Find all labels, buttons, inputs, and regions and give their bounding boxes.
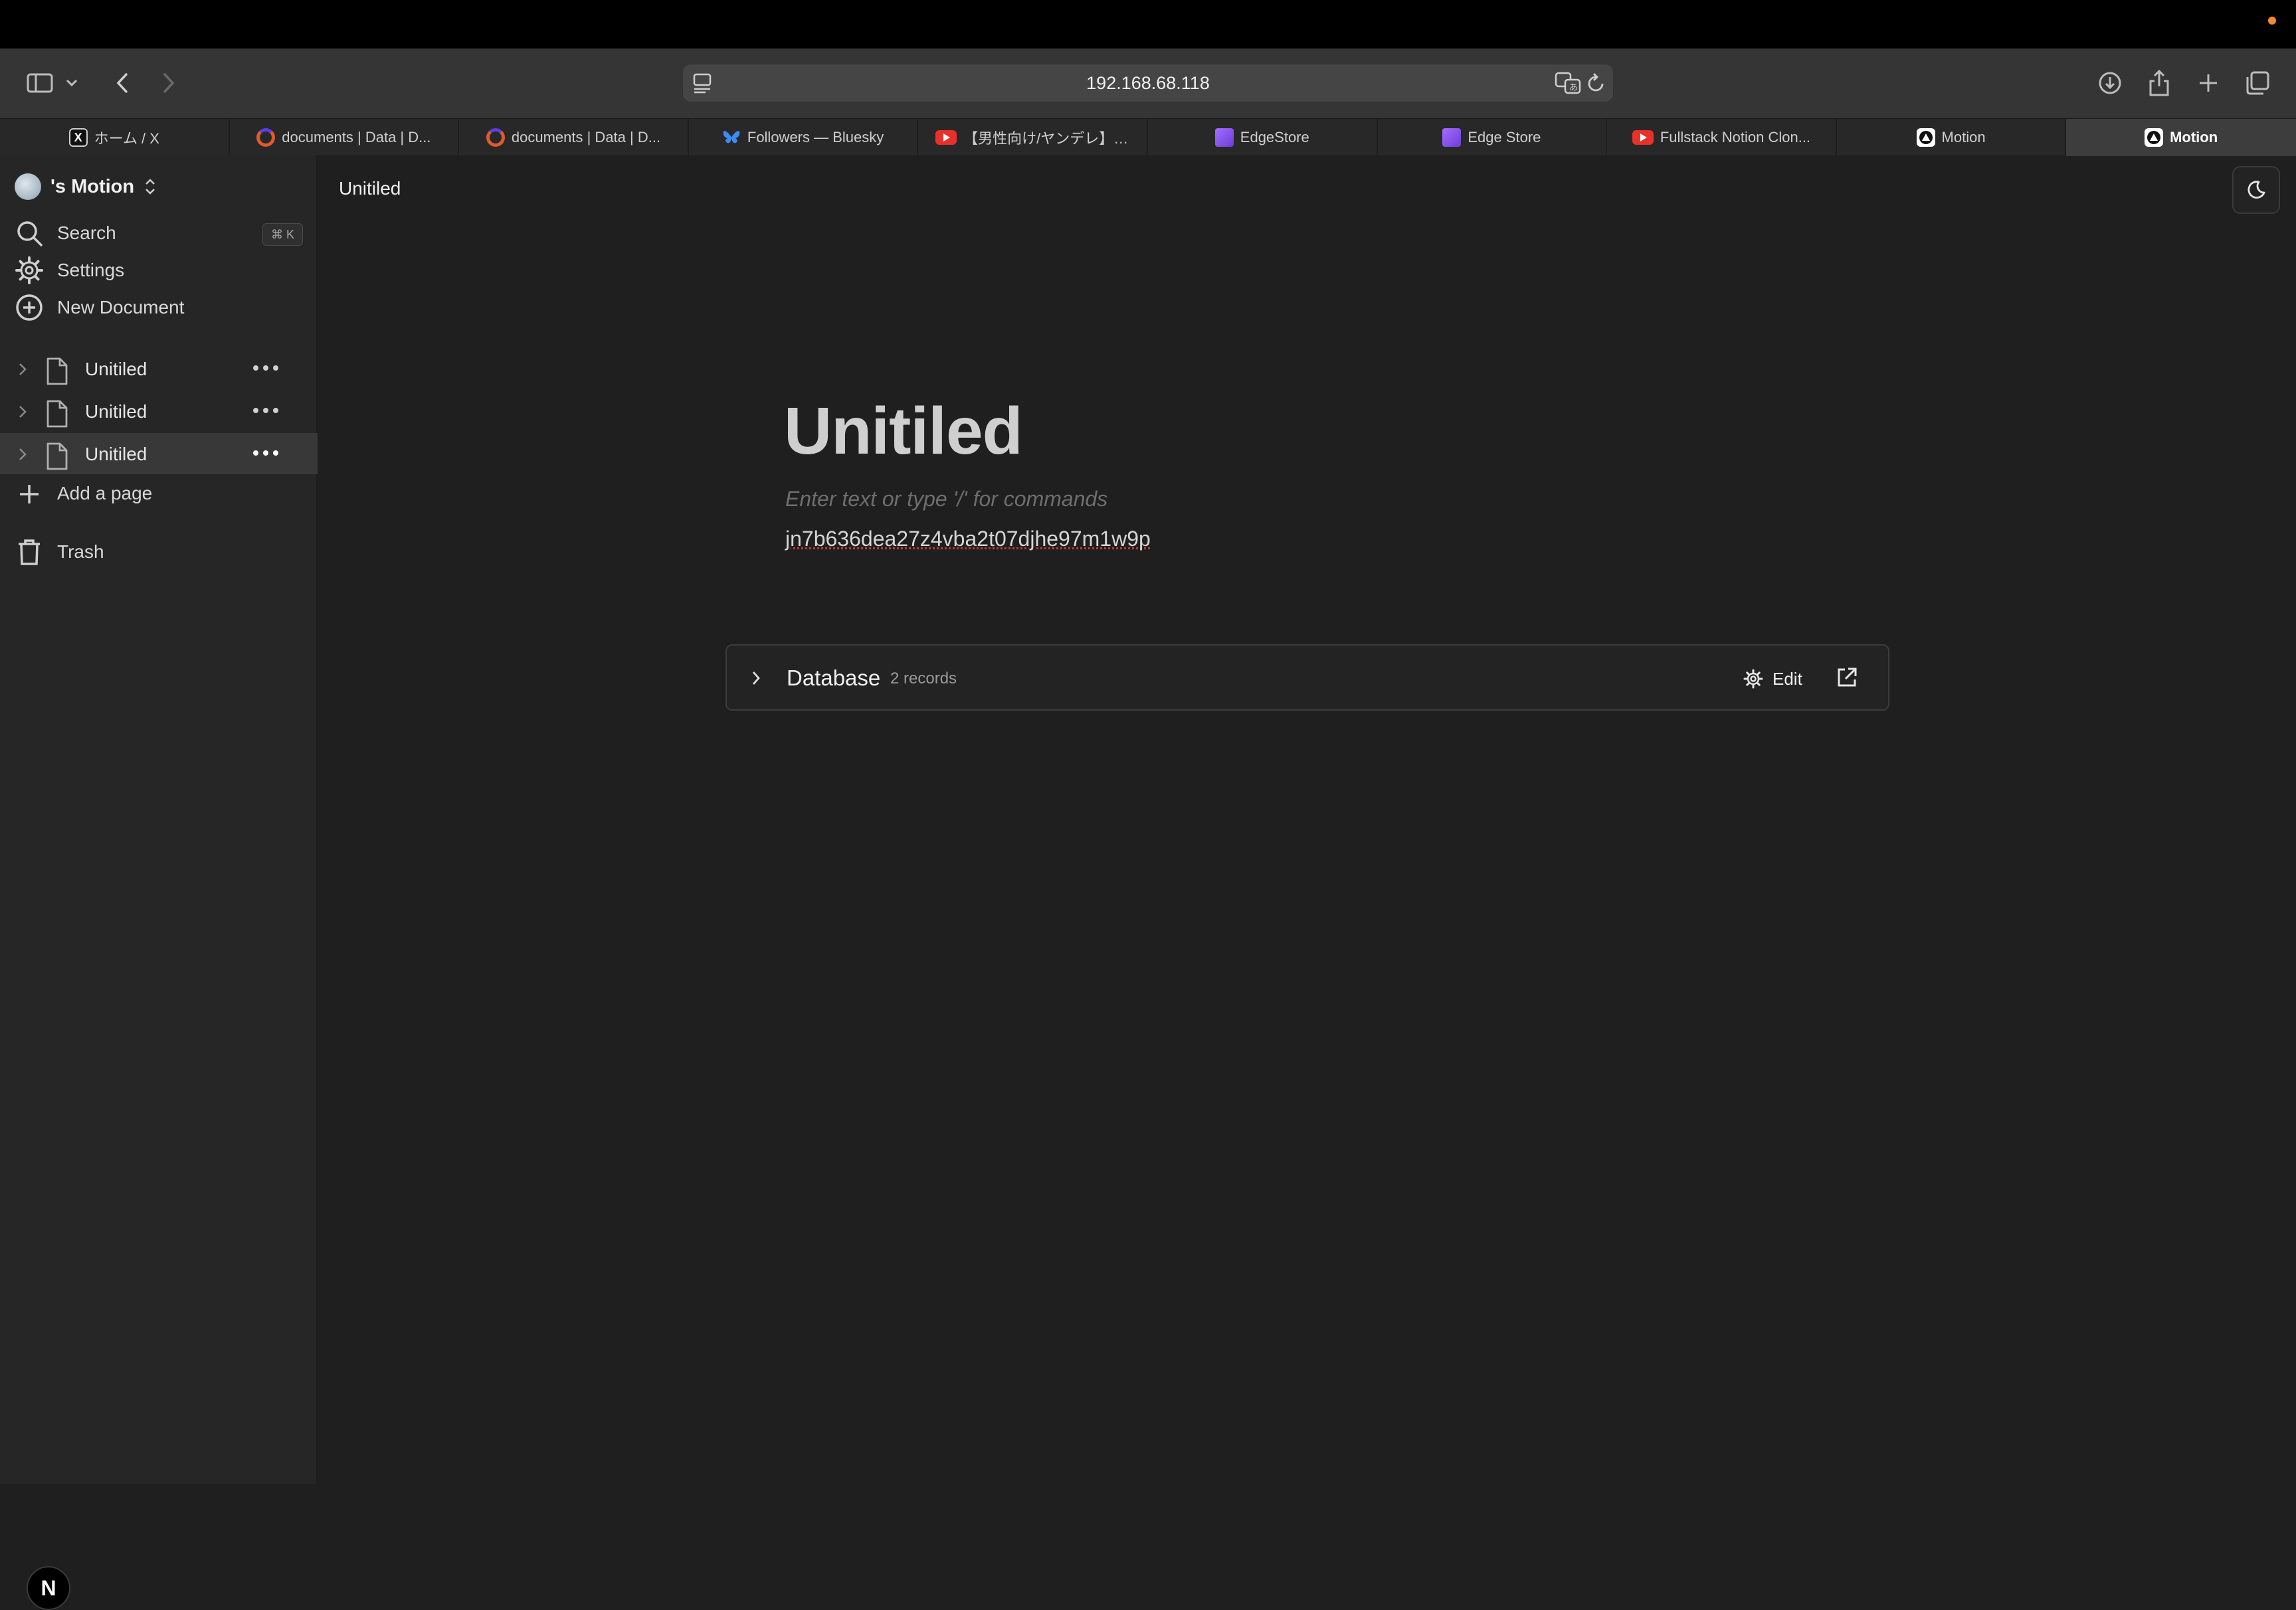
recording-indicator-dot (2268, 17, 2276, 25)
reload-icon[interactable] (1585, 72, 1606, 94)
tab-title: Fullstack Notion Clon... (1660, 129, 1810, 146)
tab-x-home[interactable]: X ホーム / X (0, 119, 230, 156)
downloads-icon[interactable] (2091, 64, 2129, 102)
cube-icon (1442, 128, 1461, 147)
share-icon[interactable] (2141, 64, 2178, 102)
tab-convex-documents-2[interactable]: documents | Data | D... (459, 119, 689, 156)
plus-circle-icon (15, 293, 44, 322)
chevron-down-icon[interactable] (58, 64, 85, 102)
trash-icon (15, 537, 44, 567)
tab-motion-1[interactable]: Motion (1837, 119, 2067, 156)
back-arrow-icon[interactable] (104, 64, 141, 102)
tab-edgestore-2[interactable]: Edge Store (1378, 119, 1608, 156)
tab-bluesky-followers[interactable]: Followers — Bluesky (689, 119, 919, 156)
add-page-label: Add a page (57, 483, 152, 504)
x-icon: X (69, 128, 88, 147)
file-icon (44, 357, 70, 386)
edit-label: Edit (1772, 669, 1802, 689)
tab-edgestore-1[interactable]: EdgeStore (1148, 119, 1378, 156)
more-options-icon[interactable] (251, 402, 280, 418)
url-text: 192.168.68.118 (1086, 73, 1210, 94)
more-options-icon[interactable] (251, 360, 280, 376)
settings-button[interactable]: Settings (15, 254, 307, 287)
chevron-right-icon[interactable] (17, 446, 28, 462)
address-bar[interactable]: 192.168.68.118 あ (683, 64, 1613, 102)
new-tab-plus-icon[interactable] (2190, 64, 2227, 102)
record-count: 2 records (890, 670, 957, 688)
translate-icon[interactable]: あ (1555, 72, 1581, 94)
moon-icon (2246, 179, 2267, 201)
editor-placeholder[interactable]: Enter text or type '/' for commands (785, 487, 1107, 511)
theme-toggle-button[interactable] (2232, 166, 2280, 214)
chevron-right-icon[interactable] (17, 404, 28, 420)
gear-icon (1743, 669, 1763, 689)
database-title[interactable]: Database (787, 666, 880, 691)
search-icon (15, 219, 44, 248)
youtube-icon (1632, 130, 1654, 145)
tab-title: Motion (1942, 129, 1986, 146)
sidebar-page-item[interactable]: Unitiled (0, 391, 318, 432)
search-label: Search (57, 223, 116, 244)
page-title: Unitiled (85, 444, 147, 465)
page-title: Unitiled (85, 359, 147, 380)
plus-icon (15, 479, 44, 508)
external-link-icon[interactable] (1835, 666, 1859, 689)
motion-icon (1917, 128, 1935, 147)
tab-youtube-notion-clone[interactable]: Fullstack Notion Clon... (1607, 119, 1837, 156)
chevron-right-icon[interactable] (751, 670, 761, 687)
trash-label: Trash (57, 541, 104, 563)
tab-title: documents | Data | D... (282, 129, 430, 146)
os-menu-bar (0, 0, 2296, 48)
tab-motion-active[interactable]: Motion (2066, 119, 2296, 156)
convex-icon (486, 128, 505, 147)
breadcrumb[interactable]: Unitiled (339, 178, 401, 199)
trash-button[interactable]: Trash (15, 535, 307, 569)
tab-youtube-video[interactable]: 【男性向け/ヤンデレ】嫡... (918, 119, 1148, 156)
more-options-icon[interactable] (251, 445, 280, 461)
sidebar-toggle-icon[interactable] (21, 64, 58, 102)
settings-label: Settings (57, 260, 124, 281)
new-document-button[interactable]: New Document (15, 291, 307, 324)
search-button[interactable]: Search ⌘ K (15, 217, 307, 250)
tab-bar: X ホーム / X documents | Data | D... docume… (0, 118, 2296, 155)
bluesky-icon (722, 128, 741, 147)
tab-title: Motion (2170, 129, 2218, 146)
tab-convex-documents-1[interactable]: documents | Data | D... (230, 119, 460, 156)
tab-title: EdgeStore (1240, 129, 1309, 146)
workspace-name: 's Motion (50, 176, 134, 198)
chevron-up-down-icon (144, 177, 157, 197)
page-menu-icon[interactable] (692, 72, 712, 94)
tab-title: 【男性向け/ヤンデレ】嫡... (963, 127, 1129, 148)
tab-title: Followers — Bluesky (747, 129, 884, 146)
nextjs-logo-icon[interactable]: N (27, 1566, 70, 1610)
app-sidebar: 's Motion Search ⌘ K Settings New Docume… (0, 155, 318, 1484)
cube-icon (1215, 128, 1234, 147)
new-document-label: New Document (57, 297, 184, 318)
gear-icon (15, 256, 44, 285)
chevron-right-icon[interactable] (17, 361, 28, 377)
tab-title: Edge Store (1468, 129, 1541, 146)
tab-title: documents | Data | D... (512, 129, 660, 146)
convex-icon (256, 128, 275, 147)
tab-title: ホーム / X (94, 127, 159, 148)
database-block: Database 2 records Edit (725, 644, 1889, 711)
add-page-button[interactable]: Add a page (15, 477, 307, 510)
document-id-text[interactable]: jn7b636dea27z4vba2t07djhe97m1w9p (785, 527, 1151, 551)
edit-database-button[interactable]: Edit (1743, 663, 1802, 695)
svg-text:あ: あ (1569, 83, 1578, 93)
avatar (15, 173, 41, 200)
youtube-icon (935, 130, 957, 145)
sidebar-page-item[interactable]: Unitiled (0, 348, 318, 389)
page-title: Unitiled (85, 401, 147, 422)
forward-arrow-icon[interactable] (150, 64, 187, 102)
document-title[interactable]: Unitiled (784, 393, 1022, 470)
workspace-switcher[interactable]: 's Motion (15, 170, 157, 203)
sidebar-page-item-selected[interactable]: Unitiled (0, 433, 318, 474)
motion-icon (2145, 128, 2163, 147)
search-shortcut-badge: ⌘ K (262, 223, 303, 246)
file-icon (44, 399, 70, 428)
file-icon (44, 442, 70, 471)
tab-overview-icon[interactable] (2239, 64, 2276, 102)
